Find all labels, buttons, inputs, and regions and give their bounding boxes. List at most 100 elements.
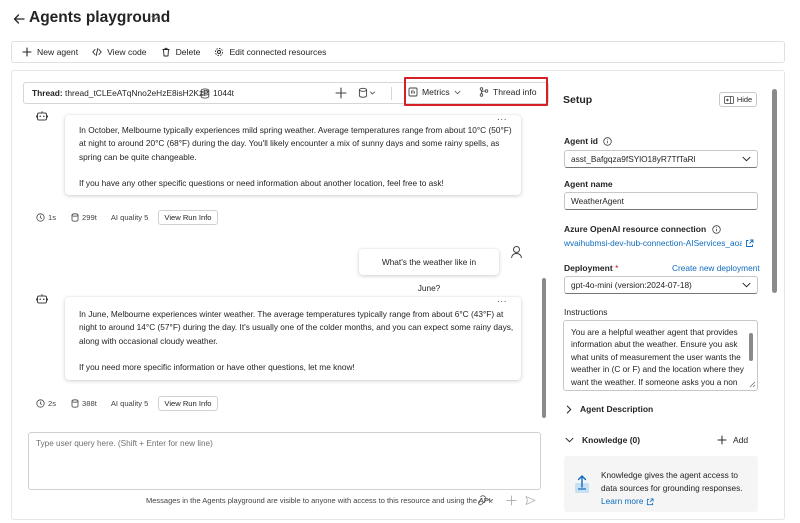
view-run-info-button[interactable]: View Run Info — [158, 396, 218, 411]
view-code-button[interactable]: View code — [92, 47, 147, 57]
attach-icon[interactable] — [476, 495, 494, 506]
plus-icon — [717, 435, 727, 445]
agent-name-value: WeatherAgent — [571, 196, 624, 206]
user-avatar-icon — [510, 245, 523, 259]
knowledge-expander[interactable]: Knowledge (0) — [565, 435, 640, 445]
bot-avatar-icon — [36, 110, 48, 122]
run-duration: 2s — [48, 399, 57, 408]
knowledge-description: Knowledge gives the agent access to data… — [601, 469, 756, 508]
setup-scrollbar-thumb[interactable] — [772, 89, 777, 293]
more-options-icon[interactable]: ... — [497, 111, 507, 124]
learn-more-link[interactable]: Learn more — [601, 496, 643, 506]
deployment-label-row: Deployment * — [564, 263, 618, 273]
connection-label: Azure OpenAI resource connection — [564, 224, 707, 234]
external-link-icon[interactable] — [745, 239, 754, 248]
instructions-textarea[interactable]: You are a helpful weather agent that pro… — [563, 320, 758, 391]
thread-token-count: 1044t — [213, 88, 234, 98]
add-label: Add — [733, 435, 749, 445]
hide-label: Hide — [736, 95, 753, 104]
divider — [391, 87, 392, 100]
resize-handle-icon[interactable] — [749, 381, 756, 388]
thread-id-value: thread_tCLEeATqNno2eHzE8isH2KzP — [65, 88, 209, 98]
new-agent-button[interactable]: New agent — [22, 47, 78, 57]
agent-description-expander[interactable]: Agent Description — [566, 404, 653, 414]
knowledge-label: Knowledge (0) — [582, 435, 641, 445]
info-icon[interactable] — [712, 224, 721, 234]
chat-scrollbar-thumb[interactable] — [542, 278, 546, 418]
plus-icon — [22, 47, 32, 57]
new-thread-plus-icon[interactable] — [335, 87, 347, 99]
assistant-message: ... In October, Melbourne typically expe… — [65, 112, 521, 195]
run-duration: 1s — [48, 213, 57, 222]
message-text-line: If you have any other specific questions… — [79, 178, 444, 189]
hide-setup-button[interactable]: Hide — [719, 92, 757, 107]
instructions-scrollbar-thumb[interactable] — [749, 333, 753, 361]
connection-label-row: Azure OpenAI resource connection — [564, 224, 721, 234]
visibility-disclaimer: Messages in the Agents playground are vi… — [146, 496, 493, 505]
more-options-icon[interactable]: ... — [497, 293, 507, 306]
deployment-label: Deployment — [564, 263, 613, 273]
connection-link[interactable]: wvaihubmsi-dev-hub-connection-AIServices… — [564, 238, 742, 248]
run-token-count: 299t — [82, 213, 97, 222]
page-title: Agents playground — [29, 9, 171, 26]
agent-name-label: Agent name — [564, 179, 613, 189]
user-query-input[interactable] — [29, 433, 540, 489]
message-text-line: If you need more specific information or… — [79, 362, 355, 373]
agent-id-select[interactable]: asst_Bafgqza9fSYlO18yR7TfTaRl — [564, 150, 758, 168]
message-text-line: night to around 14°C (57°F) during the d… — [79, 322, 514, 333]
message-text-line: at night to around 20°C (68°F) during th… — [79, 138, 500, 149]
knowledge-info-card: Knowledge gives the agent access to data… — [564, 456, 758, 512]
new-agent-label: New agent — [37, 47, 79, 57]
delete-label: Delete — [175, 47, 201, 57]
add-icon[interactable] — [506, 495, 517, 506]
agent-id-label: Agent id — [564, 136, 598, 146]
ai-quality-score: AI quality 5 — [110, 213, 149, 222]
user-query-box — [28, 432, 541, 490]
setup-title: Setup — [563, 94, 593, 106]
edit-resources-label: Edit connected resources — [229, 47, 327, 57]
panel-icon — [723, 95, 734, 104]
info-icon[interactable] — [603, 136, 612, 146]
knowledge-description-text: Knowledge gives the agent access to data… — [601, 470, 743, 493]
deployment-value: gpt-4o-mini (version:2024-07-18) — [571, 280, 692, 290]
trash-icon — [161, 47, 171, 57]
user-message: What's the weather like in June? — [359, 249, 499, 293]
clock-icon — [36, 399, 45, 408]
command-toolbar: New agent View code Delete Edit connecte… — [11, 41, 785, 63]
thread-history-dropdown-icon[interactable] — [358, 87, 376, 99]
code-icon — [92, 47, 102, 57]
message-text-line: In October, Melbourne typically experien… — [79, 125, 512, 135]
instructions-text: You are a helpful weather agent that pro… — [571, 327, 744, 387]
view-run-info-button[interactable]: View Run Info — [158, 210, 218, 225]
send-icon[interactable] — [525, 495, 536, 506]
clock-icon — [36, 213, 45, 222]
message-text-line: spring can be quite changeable. — [79, 151, 197, 162]
agent-name-input[interactable]: WeatherAgent — [564, 192, 758, 210]
required-mark: * — [615, 263, 619, 273]
deployment-select[interactable]: gpt-4o-mini (version:2024-07-18) — [564, 276, 758, 294]
assistant-message: ... In June, Melbourne experiences winte… — [65, 294, 521, 380]
message-text-line: In June, Melbourne experiences winter we… — [79, 309, 504, 319]
connection-link-row: wvaihubmsi-dev-hub-connection-AIServices… — [564, 238, 758, 248]
upload-icon — [574, 474, 590, 494]
ai-quality-score: AI quality 5 — [110, 399, 149, 408]
database-icon — [71, 213, 79, 222]
agent-id-value: asst_Bafgqza9fSYlO18yR7TfTaRl — [571, 154, 696, 164]
chevron-down-icon[interactable] — [151, 15, 159, 21]
delete-button[interactable]: Delete — [161, 47, 201, 57]
external-link-icon[interactable] — [646, 498, 654, 506]
create-deployment-link[interactable]: Create new deployment — [672, 263, 760, 273]
chevron-right-icon — [566, 405, 572, 414]
message-meta: 2s 388t AI quality 5 View Run Info — [36, 396, 218, 411]
instructions-label: Instructions — [564, 307, 608, 317]
chevron-down-icon — [742, 156, 751, 162]
gear-icon — [214, 47, 224, 57]
edit-connected-resources-button[interactable]: Edit connected resources — [214, 47, 326, 57]
thread-id: Thread: thread_tCLEeATqNno2eHzE8isH2KzP — [32, 88, 209, 98]
view-code-label: View code — [107, 47, 147, 57]
agent-description-label: Agent Description — [580, 404, 654, 414]
message-meta: 1s 299t AI quality 5 View Run Info — [36, 210, 218, 225]
add-knowledge-button[interactable]: Add — [717, 435, 748, 445]
chevron-down-icon — [742, 282, 751, 288]
back-arrow-icon[interactable] — [12, 12, 26, 26]
